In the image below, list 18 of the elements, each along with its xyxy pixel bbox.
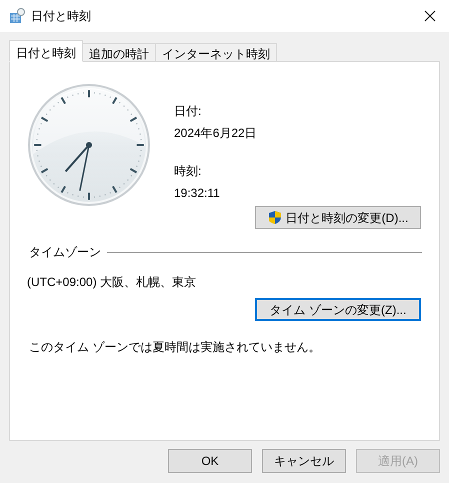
time-value: 19:32:11 [174,185,221,202]
date-label: 日付: [174,103,202,120]
timezone-text: (UTC+09:00) 大阪、札幌、東京 [27,274,198,291]
tab[interactable]: インターネット時刻 [155,43,277,62]
change-timezone-button[interactable]: タイム ゾーンの変更(Z)... [255,298,421,321]
dialog-button[interactable]: キャンセル [262,449,346,473]
close-icon [424,10,436,22]
section-heading: タイムゾーン [29,244,101,261]
dst-note: このタイム ゾーンでは夏時間は実施されていません。 [29,339,322,356]
tab[interactable]: 日付と時刻 [9,40,83,62]
date-value: 2024年6月22日 [174,125,258,142]
calendar-clock-icon [9,8,25,24]
tab[interactable]: 追加の時計 [82,43,156,62]
dialog-button[interactable]: OK [168,449,252,473]
change-date-time-button[interactable]: 日付と時刻の変更(D)... [255,206,421,229]
window-title: 日付と時刻 [31,8,91,25]
time-label: 時刻: [174,163,202,180]
shield-icon [268,210,282,225]
